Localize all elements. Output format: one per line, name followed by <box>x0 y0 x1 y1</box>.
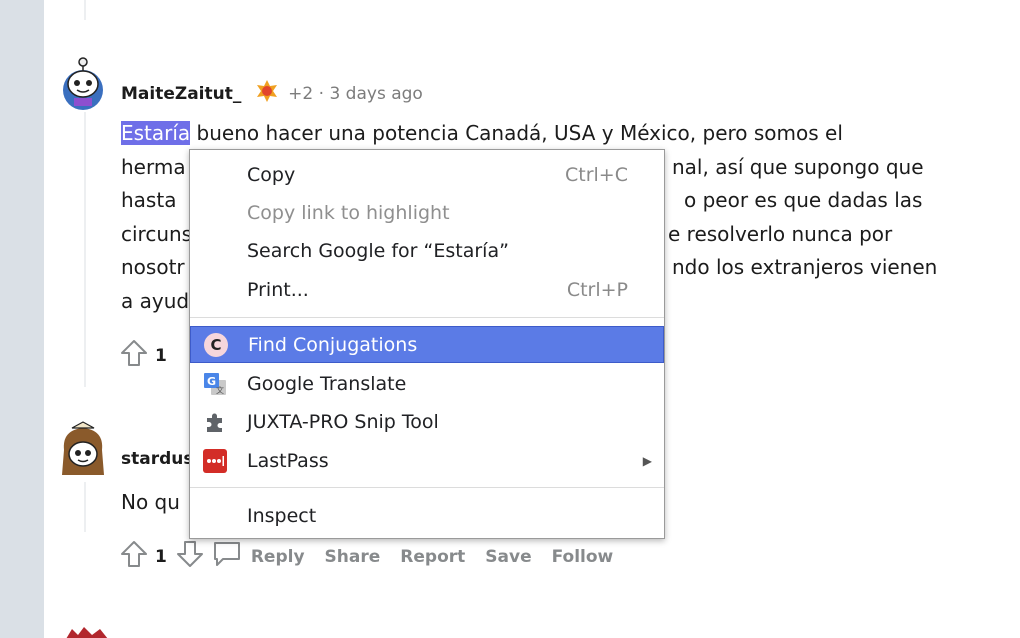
menu-item-copy-link-to-highlight: Copy link to highlight <box>190 194 664 231</box>
comment-text-fragment: No qu <box>121 490 180 514</box>
upvote-icon[interactable] <box>119 539 149 574</box>
comment-meta: stardus <box>121 448 194 470</box>
award-icon[interactable] <box>255 79 279 109</box>
comment-author[interactable]: stardus <box>121 449 194 469</box>
menu-label: Print... <box>247 278 309 301</box>
menu-label: Find Conjugations <box>248 333 418 356</box>
comment-text-fragment: circuns <box>121 222 193 246</box>
menu-label: JUXTA-PRO Snip Tool <box>247 410 439 433</box>
menu-shortcut: Ctrl+C <box>565 163 628 186</box>
google-translate-icon: G 文 <box>202 371 228 397</box>
thread-line[interactable] <box>84 112 86 387</box>
comment-text-fragment: ndo los extranjeros vienen <box>672 255 938 279</box>
reply-label: Reply <box>250 546 305 567</box>
lastpass-icon <box>202 448 228 474</box>
comment-text-fragment: o peor es que dadas las <box>684 188 923 212</box>
svg-text:G: G <box>207 375 216 388</box>
comment-line: herma <box>121 151 186 185</box>
reply-button[interactable]: Reply <box>211 539 305 574</box>
context-menu: Copy Ctrl+C Copy link to highlight Searc… <box>189 149 665 539</box>
comment-text-fragment: herma <box>121 155 186 179</box>
comment-actions: 1 Reply Share Report Save Follow <box>119 539 613 574</box>
comment-text-fragment: hasta <box>121 188 177 212</box>
comment-text-line1: bueno hacer una potencia Canadá, USA y M… <box>190 121 843 145</box>
left-gutter <box>0 0 44 638</box>
comment-line: nal, así que supongo que <box>672 151 924 185</box>
comment-line: No qu <box>121 486 180 520</box>
comment-line: hasta <box>121 184 176 218</box>
save-button[interactable]: Save <box>485 547 531 567</box>
menu-label: LastPass <box>247 449 329 472</box>
menu-label: Copy link to highlight <box>247 201 450 224</box>
comment-actions: 1 <box>119 338 175 373</box>
comment-line: ndo los extranjeros vienen <box>672 251 937 285</box>
submenu-arrow-icon: ▶ <box>642 453 652 468</box>
comment-line: nosotr <box>121 251 185 285</box>
menu-item-inspect[interactable]: Inspect <box>190 497 664 534</box>
thread-line[interactable] <box>84 482 86 532</box>
share-button[interactable]: Share <box>325 547 381 567</box>
comment-text-fragment: nosotr <box>121 255 185 279</box>
comment-line: Estaría bueno hacer una potencia Canadá,… <box>121 117 843 151</box>
menu-label: Search Google for “Estaría” <box>247 239 509 262</box>
snoo-avatar-icon <box>66 627 108 638</box>
thread-line[interactable] <box>84 0 86 20</box>
comment-line: e resolverlo nunca por <box>668 218 892 252</box>
upvote-icon[interactable] <box>119 338 149 373</box>
menu-item-google-translate[interactable]: G 文 Google Translate <box>190 365 664 402</box>
selected-text: Estaría <box>121 121 191 145</box>
report-button[interactable]: Report <box>400 547 465 567</box>
vote-count: 1 <box>155 546 167 567</box>
menu-label: Google Translate <box>247 372 407 395</box>
menu-label: Copy <box>247 163 296 186</box>
menu-item-print[interactable]: Print... Ctrl+P <box>190 271 664 308</box>
karma: +2 <box>288 84 314 104</box>
avatar[interactable] <box>60 54 106 110</box>
avatar[interactable] <box>62 624 112 638</box>
downvote-icon[interactable] <box>175 539 205 574</box>
snoo-avatar-icon <box>63 57 103 110</box>
conjugations-icon: C <box>203 332 229 358</box>
menu-shortcut: Ctrl+P <box>566 278 628 301</box>
comment-line: o peor es que dadas las <box>684 184 922 218</box>
comment-bubble-icon <box>211 539 243 574</box>
menu-label: Inspect <box>247 504 317 527</box>
comment-time[interactable]: 3 days ago <box>329 84 422 104</box>
menu-separator <box>190 317 664 318</box>
menu-separator <box>190 487 664 488</box>
comment-author[interactable]: MaiteZaitut_ <box>121 84 241 104</box>
menu-item-juxta-pro-snip-tool[interactable]: JUXTA-PRO Snip Tool <box>190 403 664 440</box>
snoo-avatar-icon <box>62 421 104 475</box>
comment-text-fragment: a ayud <box>121 289 190 313</box>
svg-text:文: 文 <box>216 385 224 395</box>
comment-line: a ayud <box>121 285 189 319</box>
meta-separator: · <box>318 84 325 104</box>
menu-item-find-conjugations[interactable]: C Find Conjugations <box>190 326 664 363</box>
comment-line: circuns <box>121 218 192 252</box>
vote-count: 1 <box>155 345 167 366</box>
menu-item-lastpass[interactable]: LastPass ▶ <box>190 442 664 479</box>
menu-item-copy[interactable]: Copy Ctrl+C <box>190 156 664 193</box>
comment-text-fragment: e resolverlo nunca por <box>668 222 893 246</box>
follow-button[interactable]: Follow <box>552 547 614 567</box>
avatar[interactable] <box>58 420 104 476</box>
svg-text:C: C <box>210 336 221 354</box>
comment-text-fragment: nal, así que supongo que <box>672 155 924 179</box>
puzzle-piece-icon <box>202 409 228 435</box>
menu-item-search-google[interactable]: Search Google for “Estaría” <box>190 232 664 269</box>
comment-meta: MaiteZaitut_ +2 · 3 days ago <box>121 79 423 109</box>
